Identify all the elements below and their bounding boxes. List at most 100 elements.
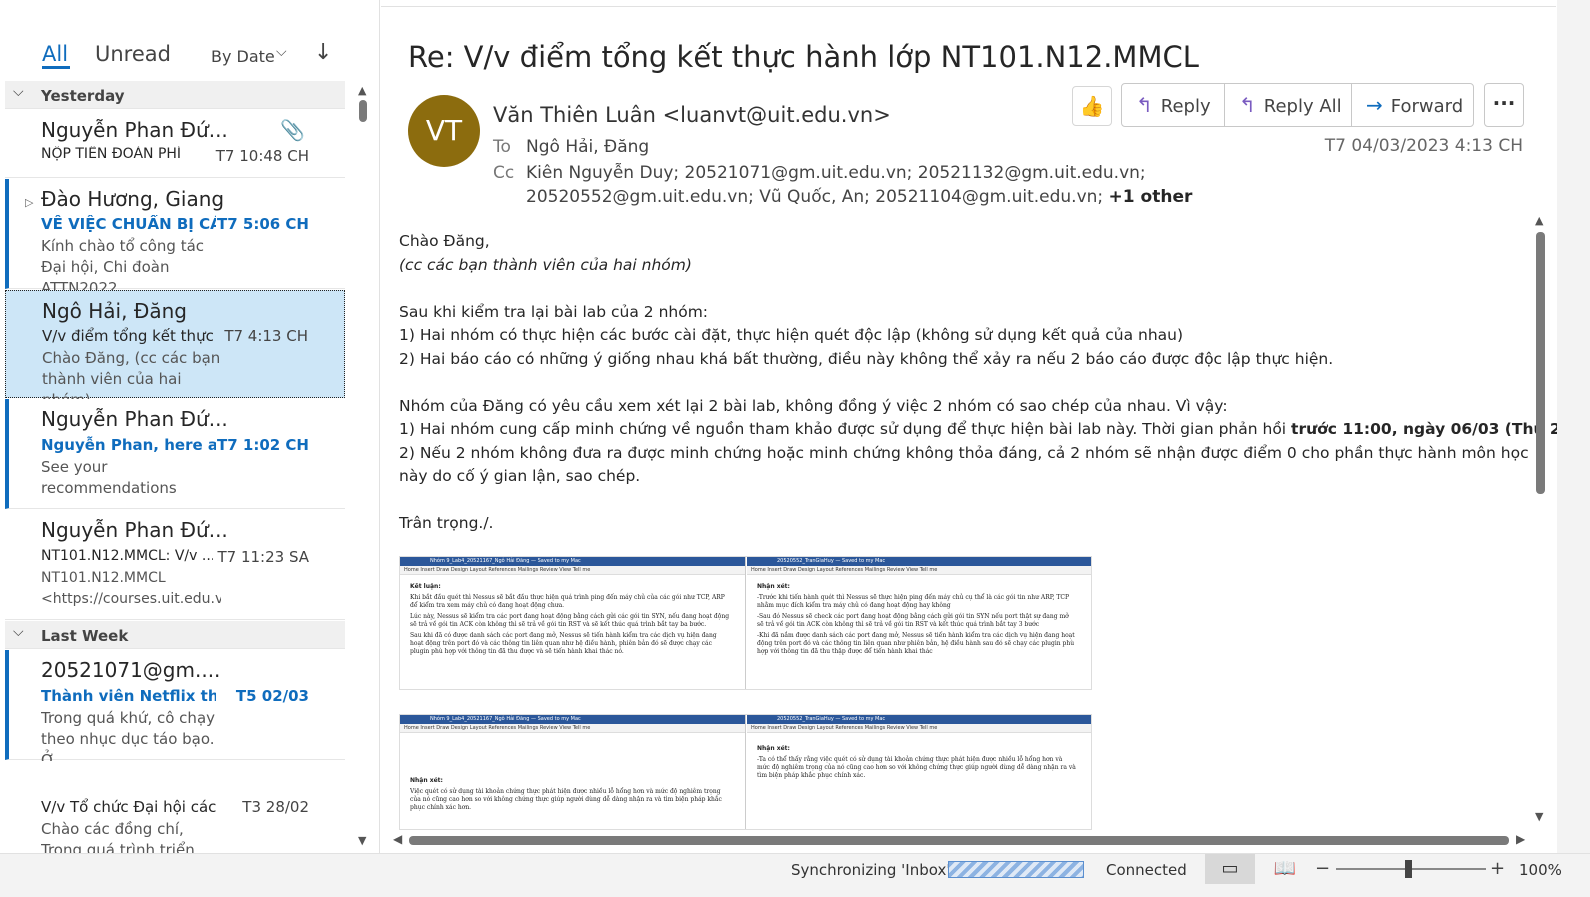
received-time: T7 5:06 CH: [217, 215, 309, 233]
body-line: Nhóm của Đăng có yêu cầu xem xét lại 2 b…: [399, 396, 1228, 415]
group-header-last-week[interactable]: ⌵ Last Week: [5, 621, 345, 649]
response-actions: ↰ Reply ↰ Reply All → Forward: [1121, 83, 1474, 127]
doc-heading: Nhận xét:: [410, 777, 443, 784]
received-time: T3 28/02: [242, 798, 309, 816]
subject-line: V/v Tổ chức Đại hội các ...: [41, 798, 216, 816]
preview-text: See your recommendations: [41, 458, 177, 497]
cc-recipients-line2: 20520552@gm.uit.edu.vn; Vũ Quốc, An; 205…: [526, 187, 1104, 207]
subject-line: Thành viên Netflix th...: [41, 687, 216, 705]
list-item-selected[interactable]: Ngô Hải, Đăng V/v điểm tổng kết thực ...…: [5, 290, 345, 409]
forward-button[interactable]: → Forward: [1352, 84, 1473, 126]
reply-all-icon: ↰: [1239, 93, 1256, 117]
subject-line: NỘP TIỀN ĐOÀN PHÍ: [41, 146, 182, 162]
zoom-slider-thumb[interactable]: [1405, 860, 1412, 878]
list-item[interactable]: Nguyễn Phan Đứ... Nguyễn Phan, here ar..…: [5, 399, 345, 509]
list-item[interactable]: Nguyễn Phan Đứ... NT101.N12.MMCL: V/v ..…: [5, 510, 345, 620]
scroll-down-arrow-icon[interactable]: ▼: [358, 834, 366, 847]
reply-button[interactable]: ↰ Reply: [1122, 84, 1225, 126]
status-bar: Synchronizing 'Inbox' Connected ▭ 📖 − + …: [0, 853, 1590, 897]
reply-all-button[interactable]: ↰ Reply All: [1225, 84, 1352, 126]
list-item[interactable]: ▷ Đào Hương, Giang VỀ VIỆC CHUẨN BỊ CÁ..…: [5, 179, 345, 297]
cc-recipients-cont[interactable]: 20520552@gm.uit.edu.vn; Vũ Quốc, An; 205…: [526, 187, 1192, 207]
scrollbar-thumb[interactable]: [359, 100, 367, 122]
reply-icon: ↰: [1136, 93, 1153, 117]
document-text: Nhận xét: -Ta có thể thấy rằng việc quét…: [757, 745, 1077, 829]
message-subject: Re: V/v điểm tổng kết thực hành lớp NT10…: [408, 40, 1199, 74]
doc-paragraph: -Khi đã nắm được danh sách các port đang…: [757, 632, 1075, 655]
window-edge: [1557, 0, 1590, 853]
doc-heading: Kết luận:: [410, 583, 441, 590]
filter-bar: All Unread By Date ⌵ ↓: [0, 30, 345, 78]
preview-text: NT101.N12.MMCL <https://courses.uit.edu.…: [41, 570, 221, 607]
sender-name: Nguyễn Phan Đứ...: [41, 518, 228, 542]
forward-icon: →: [1366, 93, 1383, 117]
cc-recipients[interactable]: Kiên Nguyễn Duy; 20521071@gm.uit.edu.vn;…: [526, 163, 1146, 183]
reading-view-icon[interactable]: 📖: [1270, 854, 1300, 884]
normal-view-icon[interactable]: ▭: [1205, 854, 1255, 884]
document-title-bar: Nhóm 9_Lab4_20521167_Ngô Hải Đăng — Save…: [400, 557, 745, 566]
document-ribbon: Home Insert Draw Design Layout Reference…: [747, 566, 1091, 575]
tab-all-underline: [42, 66, 70, 69]
body-line: 2) Nếu 2 nhóm không đưa ra được minh chứ…: [399, 443, 1529, 486]
document-title-bar: 20520552_TranGiaHuy — Saved to my Mac: [747, 557, 1091, 566]
subject-line: Nguyễn Phan, here ar...: [41, 436, 216, 454]
received-time: T7 4:13 CH: [224, 327, 308, 345]
sender-name: Nguyễn Phan Đứ...: [41, 118, 228, 142]
zoom-in-button[interactable]: +: [1490, 858, 1505, 879]
scroll-up-arrow-icon[interactable]: ▲: [358, 84, 366, 97]
scrollbar-thumb[interactable]: [409, 836, 1509, 845]
body-cc-note: (cc các bạn thành viên của hai nhóm): [399, 255, 692, 274]
chevron-down-icon[interactable]: ⌵: [276, 44, 287, 60]
embedded-image[interactable]: Nhóm 9_Lab4_20521167_Ngô Hải Đăng — Save…: [399, 556, 1092, 690]
reading-pane-vertical-scrollbar[interactable]: ▲ ▼: [1531, 212, 1551, 827]
doc-paragraph: -Sau đó Nessus sẽ check các port đang ho…: [757, 613, 1069, 628]
zoom-level[interactable]: 100%: [1519, 861, 1562, 879]
sender-address[interactable]: Văn Thiên Luân <luanvt@uit.edu.vn>: [493, 103, 891, 127]
scrollbar-thumb[interactable]: [1536, 232, 1545, 494]
connection-status: Connected: [1106, 861, 1187, 879]
avatar[interactable]: VT: [408, 95, 480, 167]
document-text: Kết luận: Khi bắt đầu quét thì Nessus sẽ…: [410, 583, 730, 689]
received-time: T7 1:02 CH: [217, 436, 309, 454]
document-title-bar: 20520552_TranGiaHuy — Saved to my Mac: [747, 715, 1091, 724]
body-greeting: Chào Đăng,: [399, 232, 490, 250]
list-item[interactable]: Nguyễn Phan Đứ... 📎 NỘP TIỀN ĐOÀN PHÍ T7…: [5, 110, 345, 178]
list-item[interactable]: V/v Tổ chức Đại hội các ... T3 28/02 Chà…: [5, 761, 345, 853]
scroll-down-arrow-icon[interactable]: ▼: [1535, 810, 1543, 823]
group-header-yesterday[interactable]: ⌵ Yesterday: [5, 81, 345, 109]
reading-pane-horizontal-scrollbar[interactable]: ◀ ▶: [391, 832, 1531, 850]
expand-thread-icon[interactable]: ▷: [25, 196, 33, 209]
thumbs-up-icon[interactable]: 👍: [1072, 86, 1112, 126]
tab-all[interactable]: All: [42, 42, 68, 66]
to-recipients[interactable]: Ngô Hải, Đăng: [526, 137, 649, 157]
body-signoff: Trân trọng./.: [399, 514, 494, 532]
zoom-out-button[interactable]: −: [1315, 858, 1330, 879]
scroll-left-arrow-icon[interactable]: ◀: [393, 832, 402, 846]
collapse-chevron-icon[interactable]: ⌵: [13, 624, 24, 640]
more-actions-button[interactable]: ···: [1484, 83, 1524, 127]
cc-label: Cc: [493, 163, 515, 183]
body-line: 1) Hai nhóm cung cấp minh chứng về nguồn…: [399, 418, 1568, 442]
list-item[interactable]: 20521071@gm.... Thành viên Netflix th...…: [5, 650, 345, 769]
list-scrollbar[interactable]: ▲ ▼: [354, 80, 372, 850]
doc-paragraph: -Ta có thể thấy rằng việc quét có sử dụn…: [757, 756, 1076, 779]
scroll-up-arrow-icon[interactable]: ▲: [1535, 214, 1543, 227]
cc-more-link[interactable]: +1 other: [1109, 187, 1193, 207]
document-window: 20520552_TranGiaHuy — Saved to my Mac Ho…: [747, 715, 1091, 829]
embedded-image[interactable]: Nhóm 9_Lab4_20521167_Ngô Hải Đăng — Save…: [399, 714, 1092, 830]
document-ribbon: Home Insert Draw Design Layout Reference…: [400, 724, 745, 733]
preview-text: Chào các đồng chí, Trong quá trình triển…: [41, 820, 195, 853]
message-body: Chào Đăng, (cc các bạn thành viên của ha…: [399, 230, 1568, 536]
sort-by-dropdown[interactable]: By Date: [211, 47, 275, 66]
subject-line: NT101.N12.MMCL: V/v ...: [41, 548, 213, 564]
sort-direction-arrow-icon[interactable]: ↓: [314, 40, 332, 65]
tab-unread[interactable]: Unread: [95, 42, 171, 66]
scroll-right-arrow-icon[interactable]: ▶: [1516, 832, 1525, 846]
pane-divider: [381, 6, 1556, 7]
subject-line: VỀ VIỆC CHUẨN BỊ CÁ...: [41, 215, 216, 233]
body-line: Sau khi kiểm tra lại bài lab của 2 nhóm:: [399, 302, 709, 321]
message-list-pane: All Unread By Date ⌵ ↓ ⌵ Yesterday Nguyễ…: [0, 0, 380, 853]
received-time: T7 10:48 CH: [215, 147, 309, 165]
collapse-chevron-icon[interactable]: ⌵: [13, 84, 24, 100]
body-deadline: trước 11:00, ngày 06/03 (Thứ 2): [1291, 420, 1568, 438]
